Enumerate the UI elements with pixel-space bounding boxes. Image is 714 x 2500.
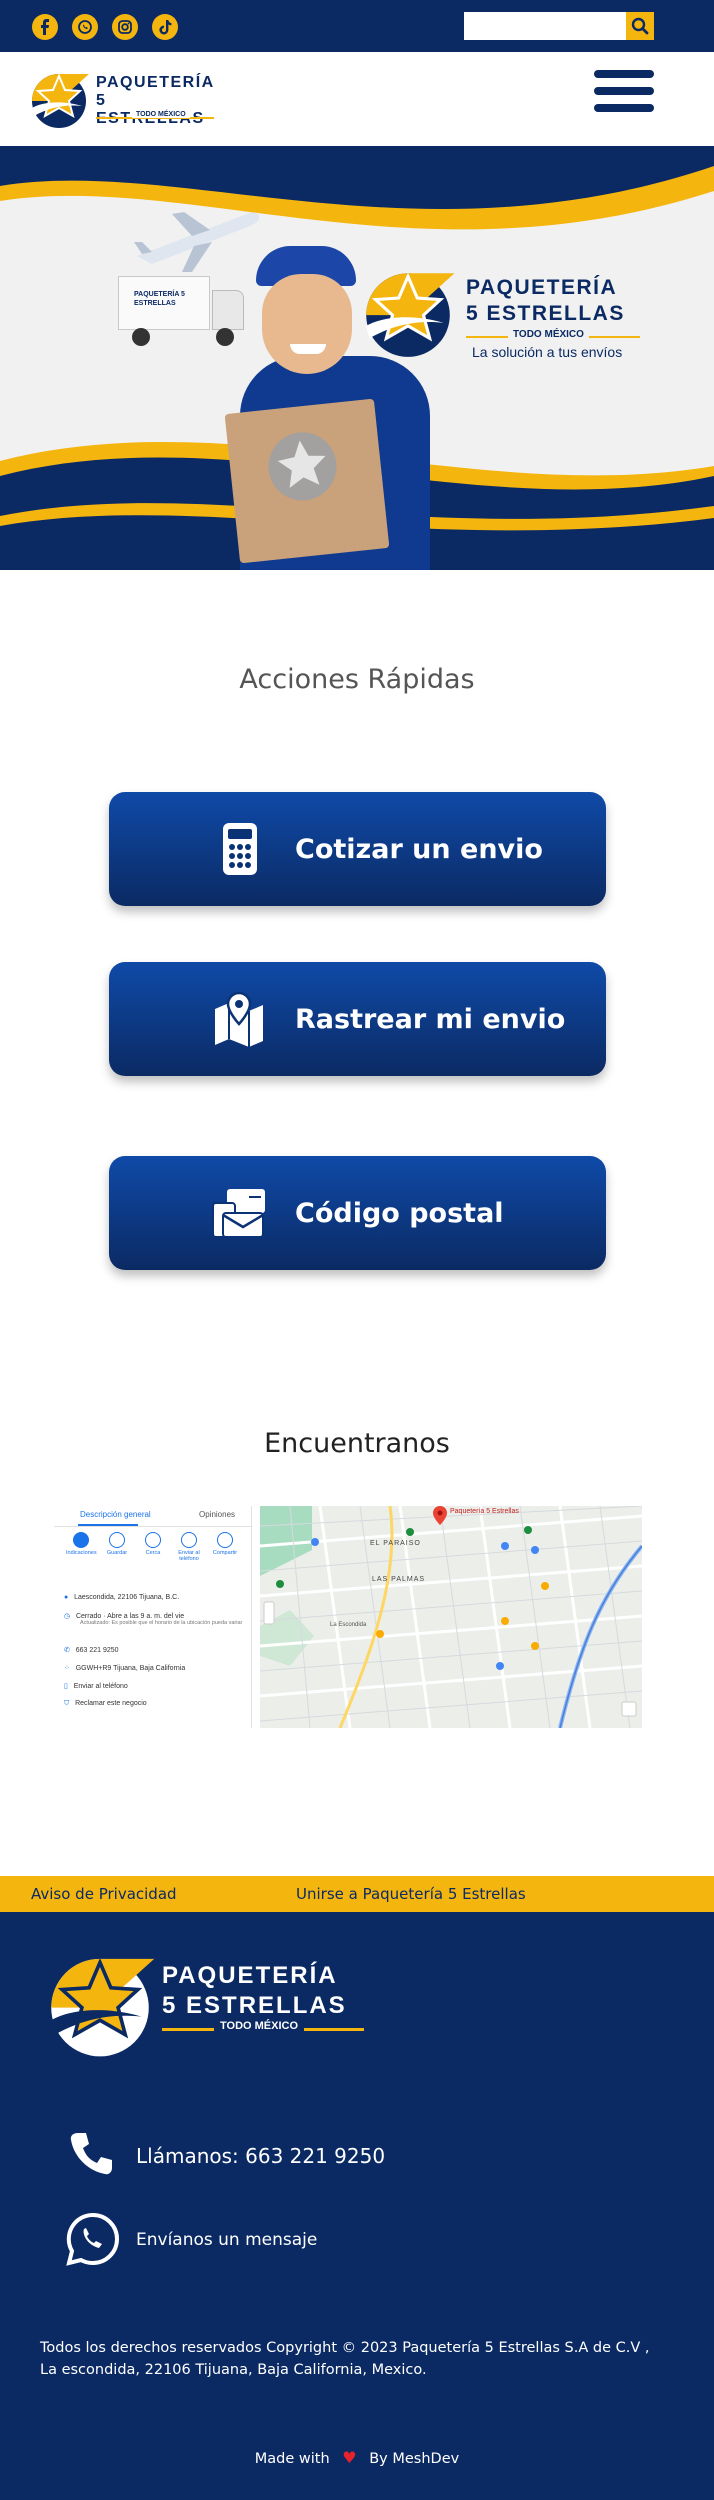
mail-stack-icon (212, 1189, 265, 1238)
footer-links-bar: Aviso de Privacidad Unirse a Paquetería … (0, 1876, 714, 1912)
whatsapp-icon[interactable] (66, 2212, 120, 2266)
map-pin-icon (215, 991, 263, 1047)
nav-bar: PAQUETERÍA 5 ESTRELLAS TODO MÉXICO (0, 52, 714, 146)
address-text: La escondida, 22106 Tijuana, Baja Califo… (40, 2362, 427, 2378)
hero-brand-line1: PAQUETERÍA (466, 276, 618, 299)
footer-star-logo-icon (51, 1957, 155, 2057)
phone-icon[interactable] (68, 2130, 114, 2176)
facebook-icon[interactable] (32, 14, 58, 40)
postal-code-button[interactable]: Código postal (109, 1156, 606, 1270)
map-label-las-palmas: LAS PALMAS (372, 1576, 426, 1583)
map-action-share[interactable]: Compartir (210, 1532, 240, 1556)
map-address: ● Laescondida, 22106 Tijuana, B.C. (64, 1594, 180, 1601)
map-action-directions[interactable]: Indicaciones (66, 1532, 97, 1556)
quick-actions-title: Acciones Rápidas (239, 664, 475, 695)
map-plus-code: ⁘ GGWH+R9 Tijuana, Baja California (64, 1665, 186, 1672)
package-box (224, 398, 390, 564)
plus-code-icon: ⁘ (64, 1665, 70, 1672)
map-tab-overview[interactable]: Descripción general (80, 1510, 151, 1519)
hamburger-bar (594, 87, 654, 95)
clock-icon: ◷ (64, 1613, 71, 1620)
map-label-la-escondida: La Escondida (330, 1622, 367, 1628)
hamburger-bar (594, 70, 654, 78)
hero-banner: PAQUETERÍA 5 ESTRELLAS PAQUETERÍA 5 ESTR… (0, 146, 714, 570)
shield-icon: ⛉ (64, 1700, 70, 1707)
star-logo-icon (32, 73, 89, 128)
privacy-policy-link[interactable]: Aviso de Privacidad (31, 1876, 177, 1912)
location-title: Encuentranos (264, 1428, 450, 1459)
footer-brand-line2: 5 ESTRELLAS (162, 1992, 347, 2019)
top-bar (0, 0, 714, 52)
hero-star-logo-icon (366, 272, 455, 357)
track-shipment-button[interactable]: Rastrear mi envio (109, 962, 606, 1076)
map-label-business: Paquetería 5 Estrellas (450, 1508, 519, 1515)
hero-brand-line2: 5 ESTRELLAS (466, 302, 625, 325)
map-label-el-paraiso: EL PARAISO (370, 1540, 421, 1547)
meshdev-link[interactable]: By MeshDev (369, 2451, 459, 2467)
join-link[interactable]: Unirse a Paquetería 5 Estrellas (296, 1876, 526, 1912)
heart-icon: ♥ (342, 2448, 357, 2467)
map-action-send[interactable]: Enviar al teléfono (174, 1532, 204, 1562)
footer-brand-line3: TODO MÉXICO (214, 2020, 305, 2032)
made-with-text: Made with (254, 2451, 330, 2467)
footer: PAQUETERÍA 5 ESTRELLAS TODO MÉXICO Lláma… (0, 1912, 714, 2500)
whatsapp-icon[interactable] (72, 14, 98, 40)
hamburger-bar (594, 104, 654, 112)
tiktok-icon[interactable] (152, 14, 178, 40)
track-shipment-label: Rastrear mi envio (295, 1003, 566, 1035)
map-info-panel: Descripción general Opiniones Indicacion… (54, 1506, 252, 1728)
footer-brand-line1: PAQUETERÍA (162, 1962, 338, 1989)
send-message-text[interactable]: Envíanos un mensaje (136, 2230, 317, 2250)
brand-name-line2: 5 ESTRELLAS (96, 92, 203, 127)
postal-code-label: Código postal (295, 1197, 504, 1229)
copyright-text: Todos los derechos reservados Copyright … (40, 2340, 650, 2356)
map-action-save[interactable]: Guardar (102, 1532, 132, 1556)
mobile-icon: ▯ (64, 1683, 68, 1690)
map-canvas[interactable]: Paquetería 5 Estrellas EL PARAISO LAS PA… (260, 1506, 642, 1728)
phone-icon: ✆ (64, 1647, 70, 1654)
map-hours: ◷ Cerrado · Abre a las 9 a. m. del vie A… (64, 1613, 243, 1626)
search-input[interactable] (464, 12, 626, 40)
quote-shipment-button[interactable]: Cotizar un envio (109, 792, 606, 906)
map-send-phone: ▯ Enviar al teléfono (64, 1683, 128, 1690)
search-icon (631, 17, 649, 35)
brand-name-line1: PAQUETERÍA (96, 74, 215, 91)
pin-icon: ● (64, 1594, 69, 1601)
map-phone: ✆ 663 221 9250 (64, 1647, 119, 1654)
instagram-icon[interactable] (112, 14, 138, 40)
map-tab-reviews[interactable]: Opiniones (199, 1510, 235, 1519)
map-embed[interactable]: Descripción general Opiniones Indicacion… (54, 1506, 642, 1728)
hero-brand-line3: TODO MÉXICO (508, 329, 589, 340)
map-streets (260, 1506, 642, 1728)
call-us-text[interactable]: Llámanos: 663 221 9250 (136, 2144, 385, 2168)
hero-tagline: La solución a tus envíos (472, 344, 623, 360)
hamburger-menu-button[interactable] (594, 70, 654, 122)
map-claim: ⛉ Reclamar este negocio (64, 1700, 147, 1707)
map-action-nearby[interactable]: Cerca (138, 1532, 168, 1556)
search-button[interactable] (626, 12, 654, 40)
map-actions-row: Indicaciones Guardar Cerca Enviar al tel… (62, 1532, 250, 1572)
brand-tagline: TODO MÉXICO (132, 111, 190, 118)
credits: Made with ♥ By MeshDev (0, 2448, 714, 2467)
quote-shipment-label: Cotizar un envio (295, 833, 543, 865)
brand-logo[interactable]: PAQUETERÍA 5 ESTRELLAS TODO MÉXICO (28, 70, 218, 130)
calculator-icon (223, 823, 257, 875)
